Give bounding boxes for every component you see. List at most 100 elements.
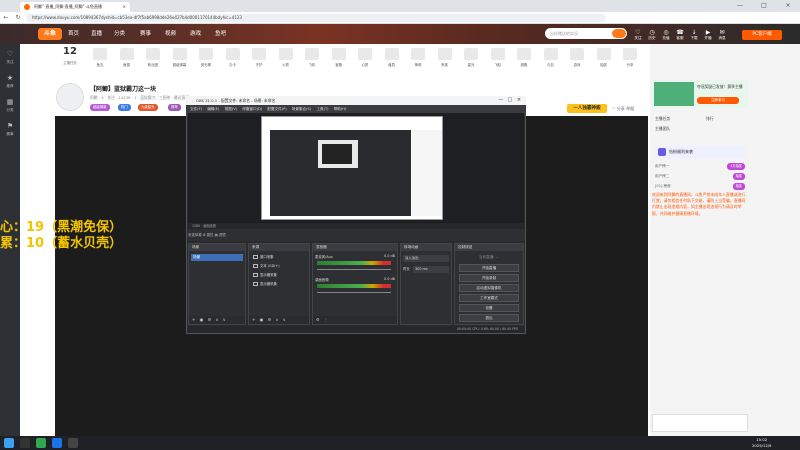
mixer-toolbar[interactable]: ⚙ ⋮ [313,316,397,324]
panel-tab[interactable]: 主播团队 [655,126,670,132]
gift-item[interactable]: 超级弹幕 [166,46,194,67]
header-message-bell-icon[interactable]: ✉ 消息 [716,29,728,42]
chat-input[interactable] [652,414,748,432]
window-minimize-button[interactable]: — [728,0,752,12]
gift-item[interactable]: 礼包 [537,46,565,67]
start-windows-icon[interactable] [4,438,14,448]
gift-item[interactable]: 道具 [378,46,406,67]
nav-esports[interactable]: 赛事 [140,28,151,40]
scenes-toolbar[interactable]: + ▣ ⚙ ∧ ∨ [189,316,245,324]
settings-button[interactable]: 设置 [459,304,519,312]
window-maximize-button[interactable]: □ [752,0,776,12]
obs-app-icon[interactable] [68,438,78,448]
gift-item[interactable]: 粉丝团 [139,46,167,67]
gift-item[interactable]: 神壕 [404,46,432,67]
browser-tab[interactable]: 阿鲫”·直播_阿鲫·直播_阿鲫”·斗鱼直播 × [20,2,130,12]
gift-item[interactable]: 火箭 [272,46,300,67]
source-item[interactable]: 窗口采集 [253,254,307,261]
rail-category[interactable]: ▦ 分类 [0,96,20,118]
room-tag[interactable]: 热门 [118,104,131,111]
obs-window-controls[interactable]: — □ × [498,96,524,105]
volume-slider[interactable] [317,269,391,271]
studio-mode-button[interactable]: 工作室模式 [459,294,519,302]
gift-item[interactable]: 荧光棒 [192,46,220,67]
panel-tab[interactable]: 主播任务 [655,116,670,122]
room-tag[interactable]: 推荐 [168,104,181,111]
gift-item[interactable]: 飞机 [298,46,326,67]
window-close-button[interactable]: × [776,0,800,12]
pc-client-button[interactable]: PC客户端 [742,30,782,40]
header-history-clock-icon[interactable]: ◷ 历史 [646,29,658,42]
gift-item[interactable]: 游戏 [563,46,591,67]
gift-item[interactable]: 守护 [245,46,273,67]
refresh-icon[interactable]: ↻ [14,13,22,23]
rank-row[interactable]: 用户榜二 抽奖 [655,172,745,181]
gift-item[interactable]: 超跑 [510,46,538,67]
gift-item[interactable]: 鱼翅 [113,46,141,67]
nav-live[interactable]: 直播 [91,28,102,40]
source-item[interactable]: 显示器采集 [253,272,307,279]
header-follow-heart-icon[interactable]: ♡ 关注 [632,29,644,42]
search-taskbar-icon[interactable] [20,438,30,448]
sources-toolbar[interactable]: + ▣ ⚙ ∧ ∨ [249,316,309,324]
search-icon[interactable] [612,29,626,38]
exit-button[interactable]: 退出 [459,314,519,322]
header-golive-camera-icon[interactable]: ▶ 开播 [702,29,714,42]
rail-esports[interactable]: ⚑ 赛事 [0,120,20,142]
source-item[interactable]: 显示器采集 [253,281,307,288]
chat-notice: 欢迎来到阿鲫的直播间，斗鱼严禁未成年人直播或进行打赏，请勿相信任何私下交易，谨防… [652,192,746,216]
nav-category[interactable]: 分类 [114,28,125,40]
gift-item[interactable]: 宝箱 [325,46,353,67]
header-service-headset-icon[interactable]: ☎ 客服 [674,29,686,42]
header-download-icon[interactable]: ↓ 下载 [688,29,700,42]
rail-follow[interactable]: ♡ 关注 [0,48,20,70]
gift-item[interactable]: 办卡 [219,46,247,67]
back-icon[interactable]: ← [2,13,10,23]
streamer-avatar[interactable] [56,83,84,111]
task-level-label[interactable]: 主播任务 [52,60,88,65]
transition-duration-input[interactable]: 300 ms [413,266,449,273]
url-input[interactable]: https://www.douyu.com/10894367dyshid=cb5… [26,14,606,22]
gift-item[interactable]: 分享 [616,46,644,67]
obs-source-toolbar[interactable]: 未选择源 ⚙ 属性 ▦ 滤镜 [188,229,524,241]
gift-item[interactable]: 鱼丸 [86,46,114,67]
virtual-camera-button[interactable]: 启动虚拟摄像机 [459,284,519,292]
obs-menu-bar[interactable]: 文件(F) 编辑(E) 视图(V) 停靠窗口(D) 配置文件(P) 场景集合(S… [186,105,526,113]
volume-slider[interactable] [317,292,391,294]
nav-yuba[interactable]: 鱼吧 [215,28,226,40]
rail-recommend[interactable]: ★ 推荐 [0,72,20,94]
promo-button[interactable]: 一人独霸神殿 [567,104,607,113]
nav-games[interactable]: 游戏 [190,28,201,40]
site-logo[interactable]: 斗鱼 [38,28,62,40]
tab-close-icon[interactable]: × [123,2,126,12]
gift-item[interactable]: 星光 [457,46,485,67]
nav-video[interactable]: 视频 [165,28,176,40]
gift-item-icon [146,48,160,60]
rank-row[interactable]: [01] 榜首 抽奖 [655,182,745,191]
panel-tab[interactable]: 排行 [706,116,714,122]
scenes-dock: 场景 场景 + ▣ ⚙ ∧ ∨ [188,243,246,325]
gift-item-icon [278,48,293,60]
header-recharge-coin-icon[interactable]: ◎ 充值 [660,29,672,42]
display-capture-icon [253,273,258,277]
nav-home[interactable]: 首页 [68,28,79,40]
start-streaming-button[interactable]: 开始直播 [459,264,519,272]
rank-row[interactable]: 用户榜一 4万抽奖 [655,162,745,171]
promo-join-button[interactable]: 立即参与 [697,97,739,104]
scene-item[interactable]: 场景 [191,254,243,261]
browser-app-icon[interactable] [52,438,62,448]
fans-benefit-banner[interactable]: 钻粉福利来袭 [655,146,745,158]
room-tag[interactable]: 九级星光 [138,104,158,111]
source-item[interactable]: 文本 (GDI+) [253,263,307,270]
gift-item[interactable]: 飞船 [484,46,512,67]
flag-icon: ⚑ [6,122,14,130]
start-recording-button[interactable]: 开始录制 [459,274,519,282]
room-actions[interactable]: ♡ 分享 举报 [612,106,634,112]
chart-app-icon[interactable] [36,438,46,448]
gift-item[interactable]: 抽奖 [590,46,618,67]
gift-item[interactable]: 心愿 [351,46,379,67]
taskbar-clock[interactable]: 15:02 2025/12/9 [752,437,771,449]
transition-select[interactable]: 淡入淡出 [403,255,449,262]
room-tag[interactable]: 超级弹幕 [90,104,110,111]
gift-item[interactable]: 贵族 [431,46,459,67]
